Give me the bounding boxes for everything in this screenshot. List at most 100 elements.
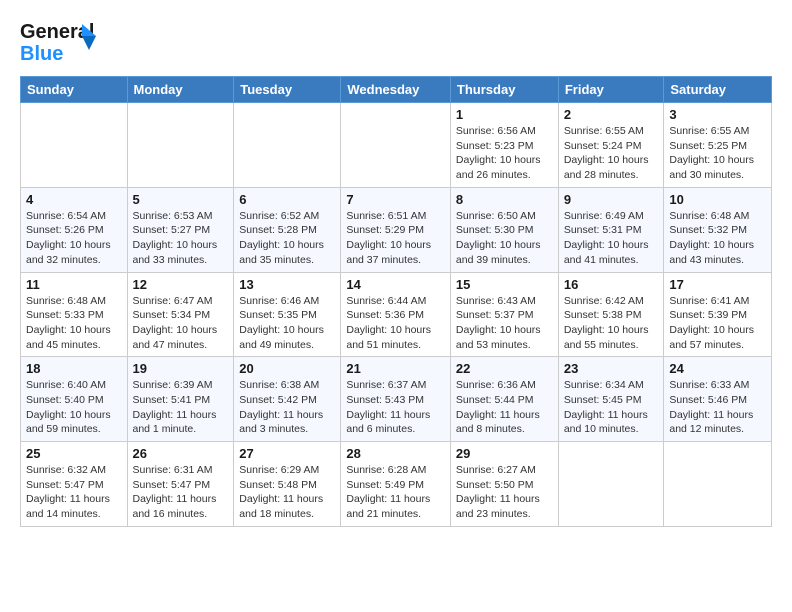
day-info: Sunrise: 6:37 AM Sunset: 5:43 PM Dayligh… [346, 378, 445, 437]
day-info: Sunrise: 6:31 AM Sunset: 5:47 PM Dayligh… [133, 463, 229, 522]
day-info: Sunrise: 6:34 AM Sunset: 5:45 PM Dayligh… [564, 378, 659, 437]
day-number: 19 [133, 361, 229, 376]
logo: GeneralBlue [20, 16, 100, 66]
calendar-header-row: SundayMondayTuesdayWednesdayThursdayFrid… [21, 77, 772, 103]
day-number: 22 [456, 361, 553, 376]
calendar-cell: 7 Sunrise: 6:51 AM Sunset: 5:29 PM Daylig… [341, 187, 451, 272]
day-info: Sunrise: 6:48 AM Sunset: 5:32 PM Dayligh… [669, 209, 766, 268]
calendar-cell: 6 Sunrise: 6:52 AM Sunset: 5:28 PM Daylig… [234, 187, 341, 272]
day-number: 26 [133, 446, 229, 461]
calendar-cell: 10 Sunrise: 6:48 AM Sunset: 5:32 PM Dayli… [664, 187, 772, 272]
day-info: Sunrise: 6:32 AM Sunset: 5:47 PM Dayligh… [26, 463, 122, 522]
day-info: Sunrise: 6:38 AM Sunset: 5:42 PM Dayligh… [239, 378, 335, 437]
week-row-1: 1 Sunrise: 6:56 AM Sunset: 5:23 PM Daylig… [21, 103, 772, 188]
calendar-cell [558, 442, 664, 527]
day-number: 10 [669, 192, 766, 207]
day-info: Sunrise: 6:43 AM Sunset: 5:37 PM Dayligh… [456, 294, 553, 353]
day-info: Sunrise: 6:51 AM Sunset: 5:29 PM Dayligh… [346, 209, 445, 268]
calendar-table: SundayMondayTuesdayWednesdayThursdayFrid… [20, 76, 772, 527]
day-info: Sunrise: 6:33 AM Sunset: 5:46 PM Dayligh… [669, 378, 766, 437]
day-number: 25 [26, 446, 122, 461]
day-number: 27 [239, 446, 335, 461]
day-info: Sunrise: 6:53 AM Sunset: 5:27 PM Dayligh… [133, 209, 229, 268]
calendar-cell [127, 103, 234, 188]
header-sunday: Sunday [21, 77, 128, 103]
day-number: 1 [456, 107, 553, 122]
day-number: 5 [133, 192, 229, 207]
day-info: Sunrise: 6:28 AM Sunset: 5:49 PM Dayligh… [346, 463, 445, 522]
calendar-cell: 2 Sunrise: 6:55 AM Sunset: 5:24 PM Daylig… [558, 103, 664, 188]
day-info: Sunrise: 6:29 AM Sunset: 5:48 PM Dayligh… [239, 463, 335, 522]
week-row-2: 4 Sunrise: 6:54 AM Sunset: 5:26 PM Daylig… [21, 187, 772, 272]
calendar-cell: 17 Sunrise: 6:41 AM Sunset: 5:39 PM Dayli… [664, 272, 772, 357]
calendar-cell: 3 Sunrise: 6:55 AM Sunset: 5:25 PM Daylig… [664, 103, 772, 188]
calendar-cell: 13 Sunrise: 6:46 AM Sunset: 5:35 PM Dayli… [234, 272, 341, 357]
day-number: 24 [669, 361, 766, 376]
calendar-cell: 5 Sunrise: 6:53 AM Sunset: 5:27 PM Daylig… [127, 187, 234, 272]
day-info: Sunrise: 6:41 AM Sunset: 5:39 PM Dayligh… [669, 294, 766, 353]
day-number: 29 [456, 446, 553, 461]
svg-text:Blue: Blue [20, 43, 63, 65]
calendar-cell: 8Sunrise: 6:50 AM Sunset: 5:30 PM Daylig… [450, 187, 558, 272]
day-number: 23 [564, 361, 659, 376]
header-thursday: Thursday [450, 77, 558, 103]
page: GeneralBlue SundayMondayTuesdayWednesday… [0, 0, 792, 612]
day-info: Sunrise: 6:36 AM Sunset: 5:44 PM Dayligh… [456, 378, 553, 437]
header-wednesday: Wednesday [341, 77, 451, 103]
calendar-cell: 11Sunrise: 6:48 AM Sunset: 5:33 PM Dayli… [21, 272, 128, 357]
calendar-cell: 18 Sunrise: 6:40 AM Sunset: 5:40 PM Dayli… [21, 357, 128, 442]
calendar-cell [664, 442, 772, 527]
calendar-cell: 26 Sunrise: 6:31 AM Sunset: 5:47 PM Dayli… [127, 442, 234, 527]
day-number: 12 [133, 277, 229, 292]
day-number: 18 [26, 361, 122, 376]
calendar-cell: 15 Sunrise: 6:43 AM Sunset: 5:37 PM Dayli… [450, 272, 558, 357]
calendar-cell [21, 103, 128, 188]
day-number: 14 [346, 277, 445, 292]
day-info: Sunrise: 6:46 AM Sunset: 5:35 PM Dayligh… [239, 294, 335, 353]
day-info: Sunrise: 6:50 AM Sunset: 5:30 PM Dayligh… [456, 209, 553, 268]
day-info: Sunrise: 6:54 AM Sunset: 5:26 PM Dayligh… [26, 209, 122, 268]
calendar-cell: 22 Sunrise: 6:36 AM Sunset: 5:44 PM Dayli… [450, 357, 558, 442]
calendar-cell: 12Sunrise: 6:47 AM Sunset: 5:34 PM Dayli… [127, 272, 234, 357]
day-number: 6 [239, 192, 335, 207]
week-row-3: 11Sunrise: 6:48 AM Sunset: 5:33 PM Dayli… [21, 272, 772, 357]
day-info: Sunrise: 6:40 AM Sunset: 5:40 PM Dayligh… [26, 378, 122, 437]
day-info: Sunrise: 6:44 AM Sunset: 5:36 PM Dayligh… [346, 294, 445, 353]
calendar-cell [341, 103, 451, 188]
week-row-5: 25 Sunrise: 6:32 AM Sunset: 5:47 PM Dayli… [21, 442, 772, 527]
header-monday: Monday [127, 77, 234, 103]
day-info: Sunrise: 6:39 AM Sunset: 5:41 PM Dayligh… [133, 378, 229, 437]
calendar-cell: 16Sunrise: 6:42 AM Sunset: 5:38 PM Dayli… [558, 272, 664, 357]
day-number: 7 [346, 192, 445, 207]
day-info: Sunrise: 6:55 AM Sunset: 5:24 PM Dayligh… [564, 124, 659, 183]
calendar-cell: 27 Sunrise: 6:29 AM Sunset: 5:48 PM Dayli… [234, 442, 341, 527]
day-info: Sunrise: 6:55 AM Sunset: 5:25 PM Dayligh… [669, 124, 766, 183]
day-number: 15 [456, 277, 553, 292]
week-row-4: 18 Sunrise: 6:40 AM Sunset: 5:40 PM Dayli… [21, 357, 772, 442]
day-number: 17 [669, 277, 766, 292]
day-number: 4 [26, 192, 122, 207]
day-info: Sunrise: 6:48 AM Sunset: 5:33 PM Dayligh… [26, 294, 122, 353]
calendar-cell: 4 Sunrise: 6:54 AM Sunset: 5:26 PM Daylig… [21, 187, 128, 272]
calendar-cell: 20Sunrise: 6:38 AM Sunset: 5:42 PM Dayli… [234, 357, 341, 442]
header: GeneralBlue [20, 16, 772, 66]
day-number: 13 [239, 277, 335, 292]
calendar-cell: 28 Sunrise: 6:28 AM Sunset: 5:49 PM Dayli… [341, 442, 451, 527]
header-tuesday: Tuesday [234, 77, 341, 103]
day-info: Sunrise: 6:27 AM Sunset: 5:50 PM Dayligh… [456, 463, 553, 522]
day-info: Sunrise: 6:52 AM Sunset: 5:28 PM Dayligh… [239, 209, 335, 268]
day-number: 2 [564, 107, 659, 122]
day-number: 9 [564, 192, 659, 207]
day-number: 3 [669, 107, 766, 122]
calendar-cell: 9Sunrise: 6:49 AM Sunset: 5:31 PM Daylig… [558, 187, 664, 272]
day-number: 16 [564, 277, 659, 292]
day-number: 28 [346, 446, 445, 461]
day-info: Sunrise: 6:56 AM Sunset: 5:23 PM Dayligh… [456, 124, 553, 183]
logo-icon: GeneralBlue [20, 16, 100, 66]
header-saturday: Saturday [664, 77, 772, 103]
calendar-cell: 1 Sunrise: 6:56 AM Sunset: 5:23 PM Daylig… [450, 103, 558, 188]
header-friday: Friday [558, 77, 664, 103]
calendar-cell: 23 Sunrise: 6:34 AM Sunset: 5:45 PM Dayli… [558, 357, 664, 442]
calendar-cell: 21Sunrise: 6:37 AM Sunset: 5:43 PM Dayli… [341, 357, 451, 442]
calendar-cell: 14 Sunrise: 6:44 AM Sunset: 5:36 PM Dayli… [341, 272, 451, 357]
